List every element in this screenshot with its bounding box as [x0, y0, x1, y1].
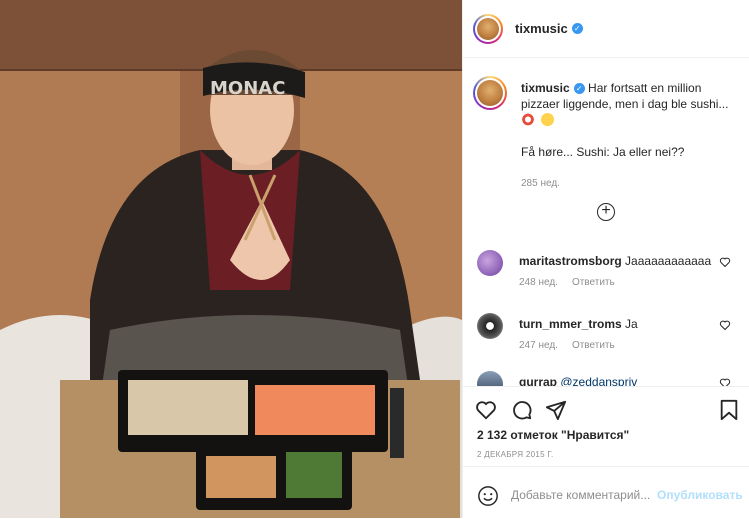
comment-text: Ja — [625, 317, 638, 331]
comment-avatar[interactable] — [477, 313, 503, 339]
comment-mention-link[interactable]: @zeddanspriv — [560, 375, 637, 386]
comment-icon[interactable] — [511, 399, 533, 421]
load-more-comments-add-icon[interactable]: + — [597, 203, 615, 221]
comment-time[interactable]: 248 нед. — [519, 277, 558, 288]
caption-username[interactable]: tixmusic — [521, 81, 570, 95]
heart-icon[interactable] — [475, 399, 497, 421]
caption-avatar[interactable] — [473, 76, 507, 110]
likes-count[interactable]: 2 132 отметок "Нравится" — [477, 428, 629, 442]
add-comment-bar: Добавьте комментарий... Опубликовать — [463, 466, 749, 519]
post-comment-button[interactable]: Опубликовать — [657, 488, 743, 502]
action-bar — [463, 386, 749, 423]
post-sidebar: tixmusic ✓ tixmusic ✓ Har fortsatt en mil… — [462, 0, 749, 518]
reply-button[interactable]: Ответить — [572, 340, 615, 351]
author-avatar[interactable] — [473, 13, 503, 44]
share-icon[interactable] — [545, 399, 567, 421]
author-username[interactable]: tixmusic — [515, 21, 568, 36]
caption-question: Få høre... Sushi: Ja eller nei?? — [521, 145, 685, 159]
photo-illustration: MONAC — [0, 0, 462, 518]
post-header: tixmusic ✓ — [463, 0, 749, 58]
comment-avatar[interactable] — [477, 371, 503, 386]
comment-username[interactable]: gurrap — [519, 375, 557, 386]
comment-text: Jaaaaaaaaaaaa — [625, 254, 712, 268]
post-date[interactable]: 2 ДЕКАБРЯ 2015 Г. — [477, 450, 554, 459]
like-comment-heart-icon[interactable] — [719, 377, 731, 386]
comment-username[interactable]: turn_mmer_troms — [519, 317, 622, 331]
comments-list[interactable]: tixmusic ✓ Har fortsatt en million pizzae… — [463, 58, 749, 386]
caption-time[interactable]: 285 нед. — [521, 176, 739, 192]
comment-avatar[interactable] — [477, 250, 503, 276]
reply-button[interactable]: Ответить — [572, 277, 615, 288]
like-comment-heart-icon[interactable] — [719, 319, 731, 331]
verified-badge-icon: ✓ — [573, 83, 585, 94]
caption-emojis — [521, 112, 739, 128]
comment-time[interactable]: 247 нед. — [519, 340, 558, 351]
headband-text: MONAC — [210, 78, 285, 99]
comment-username[interactable]: maritastromsborg — [519, 254, 622, 268]
verified-badge-icon: ✓ — [571, 23, 583, 34]
sushi-emoji-icon — [521, 113, 535, 126]
post-photo[interactable]: MONAC — [0, 0, 462, 518]
smile-icon[interactable] — [477, 485, 499, 507]
like-comment-heart-icon[interactable] — [719, 256, 731, 268]
comment-input[interactable]: Добавьте комментарий... — [511, 488, 650, 502]
bookmark-icon[interactable] — [719, 399, 739, 421]
grin-emoji-icon — [541, 113, 554, 126]
